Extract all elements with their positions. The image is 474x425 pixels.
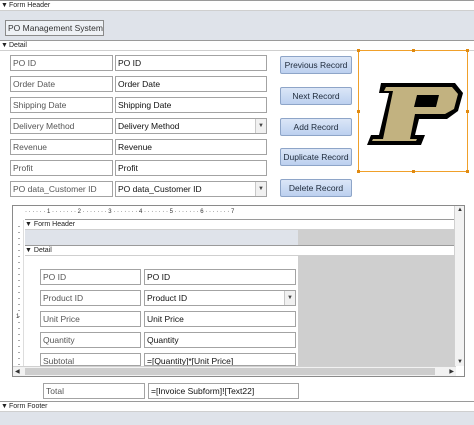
- order-date-label[interactable]: Order Date: [10, 76, 113, 92]
- chevron-down-icon[interactable]: ▼: [255, 182, 266, 196]
- sub-quantity-label[interactable]: Quantity: [40, 332, 141, 348]
- form-header-band[interactable]: ▼Form Header: [0, 0, 474, 11]
- resize-handle[interactable]: [466, 49, 469, 52]
- subform-detail-band[interactable]: ▼ Detail: [25, 245, 456, 256]
- sub-subtotal-label[interactable]: Subtotal: [40, 353, 141, 366]
- revenue-label[interactable]: Revenue: [10, 139, 113, 155]
- next-record-button[interactable]: Next Record: [280, 87, 352, 105]
- subform-detail-gray: [298, 256, 456, 366]
- sub-po-id-label[interactable]: PO ID: [40, 269, 141, 285]
- resize-handle[interactable]: [357, 110, 360, 113]
- customer-id-value: PO data_Customer ID: [118, 184, 202, 194]
- sub-unit-price-field[interactable]: Unit Price: [144, 311, 296, 327]
- form-footer-section: [0, 412, 474, 425]
- total-field[interactable]: =[Invoice Subform]![Text22]: [148, 383, 299, 399]
- chevron-down-icon[interactable]: ▼: [255, 119, 266, 133]
- horizontal-scrollbar[interactable]: ◀ ▶: [13, 366, 456, 376]
- delivery-method-label[interactable]: Delivery Method: [10, 118, 113, 134]
- sub-po-id-field[interactable]: PO ID: [144, 269, 296, 285]
- shipping-date-label[interactable]: Shipping Date: [10, 97, 113, 113]
- section-arrow-icon: ▼: [25, 247, 32, 254]
- delivery-method-value: Delivery Method: [118, 121, 180, 131]
- resize-handle[interactable]: [466, 170, 469, 173]
- subform-header-gray: [298, 230, 456, 245]
- invoice-subform[interactable]: · · · · · · 1 · · · · · · · 2 · · · · · …: [12, 205, 465, 377]
- scroll-down-icon[interactable]: ▼: [457, 359, 463, 365]
- add-record-button[interactable]: Add Record: [280, 118, 352, 136]
- vertical-scrollbar[interactable]: ▲ ▼: [454, 206, 464, 366]
- section-arrow-icon: ▼: [1, 2, 8, 9]
- sub-quantity-field[interactable]: Quantity: [144, 332, 296, 348]
- total-label[interactable]: Total: [43, 383, 145, 399]
- section-arrow-icon: ▼: [1, 403, 8, 410]
- po-id-label[interactable]: PO ID: [10, 55, 113, 71]
- section-arrow-icon: ▼: [25, 221, 32, 228]
- sub-product-id-combo[interactable]: Product ID ▼: [144, 290, 296, 306]
- scroll-left-icon[interactable]: ◀: [15, 368, 20, 375]
- sub-product-id-value: Product ID: [147, 293, 188, 303]
- resize-handle[interactable]: [466, 110, 469, 113]
- form-title-label[interactable]: PO Management System: [5, 20, 104, 36]
- scroll-thumb[interactable]: [25, 368, 435, 375]
- form-footer-band[interactable]: ▼Form Footer: [0, 401, 474, 412]
- purdue-logo-image[interactable]: [357, 49, 469, 173]
- section-arrow-icon: ▼: [1, 42, 8, 49]
- previous-record-button[interactable]: Previous Record: [280, 56, 352, 74]
- vertical-ruler: 1: [14, 220, 24, 368]
- subform-header-section: [25, 230, 298, 245]
- duplicate-record-button[interactable]: Duplicate Record: [280, 148, 352, 166]
- order-date-field[interactable]: Order Date: [115, 76, 267, 92]
- horizontal-ruler: · · · · · · 1 · · · · · · · 2 · · · · · …: [25, 209, 235, 215]
- customer-id-combo[interactable]: PO data_Customer ID ▼: [115, 181, 267, 197]
- profit-label[interactable]: Profit: [10, 160, 113, 176]
- resize-handle[interactable]: [412, 49, 415, 52]
- profit-field[interactable]: Profit: [115, 160, 267, 176]
- resize-handle[interactable]: [412, 170, 415, 173]
- scroll-up-icon[interactable]: ▲: [457, 207, 463, 213]
- delete-record-button[interactable]: Delete Record: [280, 179, 352, 197]
- scroll-right-icon[interactable]: ▶: [449, 368, 454, 375]
- sub-product-id-label[interactable]: Product ID: [40, 290, 141, 306]
- delivery-method-combo[interactable]: Delivery Method ▼: [115, 118, 267, 134]
- revenue-field[interactable]: Revenue: [115, 139, 267, 155]
- sub-subtotal-field[interactable]: =[Quantity]*[Unit Price]: [144, 353, 296, 366]
- shipping-date-field[interactable]: Shipping Date: [115, 97, 267, 113]
- purdue-p-logo-icon: [367, 83, 463, 145]
- resize-handle[interactable]: [357, 170, 360, 173]
- subform-header-band[interactable]: ▼ Form Header: [25, 219, 456, 230]
- sub-unit-price-label[interactable]: Unit Price: [40, 311, 141, 327]
- resize-handle[interactable]: [357, 49, 360, 52]
- po-id-field[interactable]: PO ID: [115, 55, 267, 71]
- chevron-down-icon[interactable]: ▼: [284, 291, 295, 305]
- customer-id-label[interactable]: PO data_Customer ID: [10, 181, 113, 197]
